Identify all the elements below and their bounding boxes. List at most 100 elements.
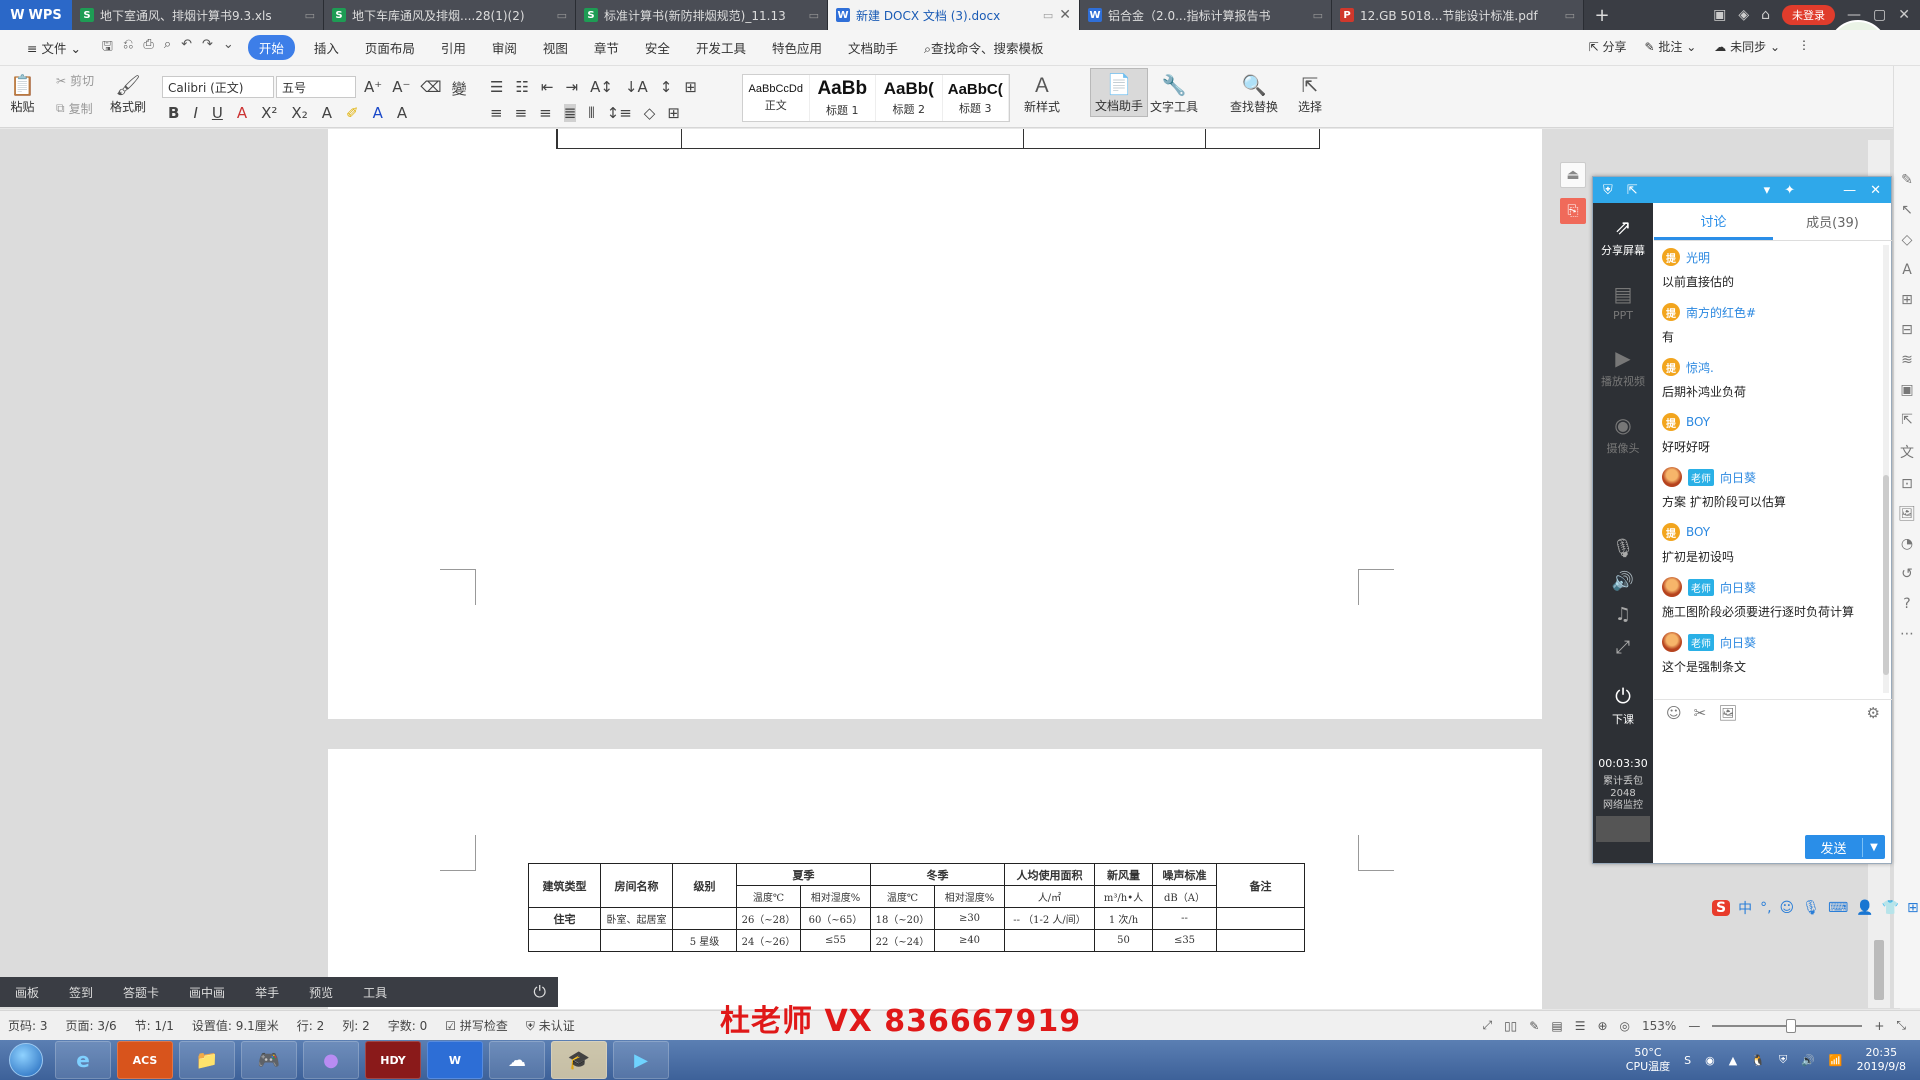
highlight-icon[interactable]: ✐ [346,104,359,122]
cursor-icon[interactable]: ↖ [1901,202,1913,218]
outline-view-icon[interactable]: ☰ [1575,1019,1586,1033]
sort-icon[interactable]: ↓A [625,78,648,96]
more-icon[interactable]: ⌄ [223,37,234,59]
text-tools-button[interactable]: 🔧 文字工具 [1150,72,1198,115]
green-tray-icon[interactable]: ◉ [1705,1054,1715,1067]
italic-icon[interactable]: I [193,104,197,122]
bullet-list-icon[interactable]: ☰ [490,78,503,96]
char-shading-icon[interactable]: A [397,104,407,122]
sender-name[interactable]: BOY [1686,415,1710,429]
spacing-icon[interactable]: ↕≡ [607,104,632,122]
tab-document[interactable]: W 铝合金（2.0...指标计算报告书 ▭ [1080,0,1332,30]
line-spacing-icon[interactable]: ↕ [660,78,673,96]
popout-icon[interactable]: ⇱ [1627,183,1638,198]
document-page[interactable]: 建筑类型 房间名称 级别 夏季 冬季 人均使用面积 新风量 噪声标准 备注 温度… [328,749,1542,1009]
document-translate-icon[interactable]: ⎘ [1560,198,1586,224]
style-heading-1[interactable]: AaBb 标题 1 [810,75,876,121]
write-mode-icon[interactable]: ✎ [1529,1019,1539,1033]
shrink-font-icon[interactable]: A⁻ [392,78,410,99]
status-pages[interactable]: 页面: 3/6 [66,1017,117,1034]
text-effect-icon[interactable]: A [322,104,332,122]
checkin-button[interactable]: 签到 [54,984,108,1001]
screen-icon[interactable]: ▣ [1713,7,1726,23]
image-icon[interactable]: ▣ [1900,382,1913,398]
numbered-list-icon[interactable]: ☷ [515,78,528,96]
copy-button[interactable]: ⧉ 复制 [56,100,93,117]
taskbar-hdy[interactable]: HDY [365,1041,421,1079]
font-size-select[interactable]: 五号 [276,76,356,98]
increase-indent-icon[interactable]: ⇥ [565,78,578,96]
music-icon[interactable]: ♫ [1615,604,1631,625]
distribute-icon[interactable]: ⫴ [588,104,594,122]
share-button[interactable]: ⇱ 分享 [1589,38,1627,55]
image-icon[interactable]: 🖼 [1718,704,1737,722]
web-view-icon[interactable]: ⊕ [1597,1019,1607,1033]
chat-scrollbar[interactable] [1883,245,1889,693]
command-search[interactable]: ⌕查找命令、搜索模板 [911,38,1057,57]
pin-icon[interactable]: ✦ [1784,183,1795,198]
sender-name[interactable]: 向日葵 [1720,634,1756,651]
phonetic-icon[interactable]: 變 [452,78,467,99]
chat-input[interactable] [1654,727,1892,805]
menu-doc-assistant[interactable]: 文档助手 [835,38,911,57]
menu-home[interactable]: 开始 [247,35,295,60]
status-row[interactable]: 行: 2 [297,1017,325,1034]
settings-icon[interactable]: ≋ [1901,352,1913,368]
spec-table[interactable]: 建筑类型 房间名称 级别 夏季 冬季 人均使用面积 新风量 噪声标准 备注 温度… [528,863,1305,952]
tab-document[interactable]: S 标准计算书(新防排烟规范)_11.13 ▭ [576,0,828,30]
minimize-icon[interactable]: — [1843,183,1856,198]
menu-features[interactable]: 特色应用 [759,38,835,57]
answer-card-button[interactable]: 答题卡 [108,984,174,1001]
status-section[interactable]: 节: 1/1 [135,1017,174,1034]
gear-icon[interactable]: ⚙ [1867,704,1880,722]
emoji-icon[interactable]: ☺ [1666,704,1682,722]
shading-icon[interactable]: ◇ [644,104,656,122]
more-dots-icon[interactable]: ⋯ [1900,626,1914,642]
superscript-icon[interactable]: X² [261,104,277,122]
underline-icon[interactable]: U [212,104,223,122]
preview-button[interactable]: 预览 [294,984,348,1001]
close-icon[interactable]: ✕ [1870,183,1881,198]
login-button[interactable]: 未登录 [1782,5,1836,25]
fullscreen-icon[interactable]: ⤢ [1616,637,1630,658]
taskbar-tencent-class[interactable]: ▶ [613,1041,669,1079]
toolbox-icon[interactable]: ⊞ [1907,900,1919,916]
sender-name[interactable]: 惊鸿. [1686,359,1714,376]
spell-check-button[interactable]: ☑ 拼写检查 [445,1017,508,1034]
expand-tray-icon[interactable]: ▲ [1729,1054,1737,1067]
emoji-ime-icon[interactable]: ☺ [1780,900,1795,916]
end-class-button[interactable]: ⏻ 下课 [1593,664,1653,739]
sender-name[interactable]: BOY [1686,525,1710,539]
screenshot-icon[interactable]: ✂ [1694,704,1707,722]
sync-button[interactable]: ☁ 未同步 ⌄ [1714,38,1780,55]
scrollbar-thumb[interactable] [1874,940,1884,1000]
style-icon[interactable]: A [1902,262,1912,278]
status-page-number[interactable]: 页码: 3 [8,1017,48,1034]
pen-icon[interactable]: ✎ [1901,172,1913,188]
ppt-button[interactable]: ▤ PPT [1593,270,1653,334]
shield-icon[interactable]: ⛨ [1603,183,1613,198]
menu-page-layout[interactable]: 页面布局 [352,38,428,57]
whiteboard-button[interactable]: 画板 [0,984,54,1001]
clear-format-icon[interactable]: ⌫ [420,78,441,99]
preview-icon[interactable]: ⌕ [164,37,171,59]
more-menu-icon[interactable]: ⋮ [1798,38,1810,55]
sender-name[interactable]: 向日葵 [1720,579,1756,596]
pip-button[interactable]: 画中画 [174,984,240,1001]
style-normal[interactable]: AaBbCcDd 正文 [743,75,810,121]
print-icon[interactable]: ⎙ [143,37,153,59]
document-page[interactable] [328,129,1542,719]
share-screen-button[interactable]: ⇗ 分享屏幕 [1593,203,1653,270]
collapse-icon[interactable]: ⏏ [1560,162,1586,188]
new-style-button[interactable]: Ａ 新样式 [1024,72,1060,115]
new-tab-button[interactable]: + [1584,0,1620,30]
zoom-out-icon[interactable]: — [1688,1019,1700,1033]
find-replace-button[interactable]: 🔍 查找替换 [1230,72,1278,115]
status-column[interactable]: 列: 2 [342,1017,370,1034]
align-left-icon[interactable]: ≡ [490,104,503,122]
microphone-icon[interactable]: 🎙 [1612,538,1635,559]
tab-members[interactable]: 成员(39) [1773,203,1892,240]
tools-button[interactable]: 工具 [348,984,402,1001]
sogou-tray-icon[interactable]: S [1684,1054,1691,1067]
status-setting[interactable]: 设置值: 9.1厘米 [192,1017,279,1034]
